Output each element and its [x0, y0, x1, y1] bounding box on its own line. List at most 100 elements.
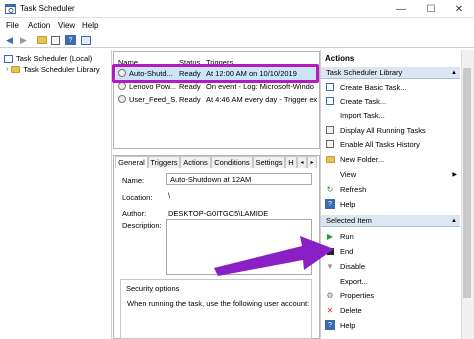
- properties-icon: ⚙: [326, 290, 334, 300]
- author-value: DESKTOP-G0ITGC5\LAMIDE: [168, 209, 269, 218]
- action-help[interactable]: ? Help: [325, 198, 355, 210]
- tab-scroll-left-icon[interactable]: ◂: [297, 156, 307, 168]
- security-options-text: When running the task, use the following…: [127, 299, 310, 308]
- menu-view[interactable]: View: [58, 21, 75, 30]
- section-header-selected[interactable]: Selected Item ▲: [321, 215, 460, 227]
- forward-icon[interactable]: ▶: [18, 35, 29, 45]
- refresh-icon: ↻: [326, 184, 334, 194]
- actions-title: Actions: [325, 54, 355, 63]
- location-label: Location:: [122, 193, 153, 202]
- tab-history[interactable]: H: [285, 156, 297, 168]
- action-label: Create Task...: [340, 96, 387, 106]
- task-icon: [118, 95, 126, 103]
- collapse-up-icon: ▲: [451, 69, 457, 76]
- task-scheduler-icon: [5, 4, 16, 14]
- minimize-button[interactable]: —: [386, 0, 416, 18]
- location-value: \: [168, 191, 171, 200]
- chevron-right-icon: ›: [6, 66, 9, 73]
- action-properties[interactable]: ⚙ Properties: [325, 289, 374, 301]
- action-label: End: [340, 246, 354, 256]
- action-import-task[interactable]: Import Task...: [325, 109, 385, 121]
- close-button[interactable]: ✕: [444, 0, 474, 18]
- author-label: Author:: [122, 209, 147, 218]
- menu-file[interactable]: File: [6, 21, 19, 30]
- action-enable-history[interactable]: Enable All Tasks History: [325, 138, 420, 150]
- menu-action[interactable]: Action: [28, 21, 50, 30]
- highlight-box: [112, 64, 319, 83]
- task-status: Ready: [179, 82, 201, 91]
- name-field[interactable]: Auto-Shutdown at 12AM: [166, 173, 312, 185]
- properties-icon[interactable]: [50, 35, 61, 45]
- history-icon: [325, 139, 335, 149]
- action-label: Export...: [340, 276, 368, 286]
- tab-settings[interactable]: Settings: [253, 156, 285, 168]
- help-icon: ?: [325, 320, 335, 330]
- action-delete[interactable]: ✕ Delete: [325, 304, 362, 316]
- action-label: Create Basic Task...: [340, 82, 407, 92]
- panel-icon[interactable]: [80, 35, 91, 45]
- action-create-task[interactable]: Create Task...: [325, 95, 386, 107]
- delete-icon: ✕: [326, 305, 334, 315]
- action-help-selected[interactable]: ? Help: [325, 319, 355, 331]
- action-label: Disable: [340, 261, 366, 271]
- task-icon: [118, 82, 126, 90]
- tree-item-label: Task Scheduler Library: [23, 65, 100, 74]
- navigation-tree: [0, 50, 112, 339]
- action-label: Import Task...: [340, 110, 385, 120]
- action-label: Delete: [340, 305, 362, 315]
- action-label: New Folder...: [340, 154, 385, 164]
- help-icon: ?: [325, 199, 335, 209]
- list-icon: [325, 125, 335, 135]
- tab-triggers[interactable]: Triggers: [148, 156, 180, 168]
- action-label: Enable All Tasks History: [340, 139, 420, 149]
- folder-icon[interactable]: [36, 35, 47, 45]
- task-icon: [325, 96, 335, 106]
- action-label: Help: [340, 199, 356, 209]
- action-label: View: [340, 169, 357, 179]
- export-icon: [325, 276, 335, 286]
- action-refresh[interactable]: ↻ Refresh: [325, 183, 367, 195]
- task-name: User_Feed_S...: [129, 95, 177, 104]
- security-options-title: Security options: [125, 284, 181, 293]
- action-label: Refresh: [340, 184, 367, 194]
- tab-actions[interactable]: Actions: [180, 156, 211, 168]
- action-label: Properties: [340, 290, 375, 300]
- view-icon: [325, 169, 335, 179]
- task-wand-icon: [325, 82, 335, 92]
- scrollbar-thumb[interactable]: [463, 68, 471, 298]
- action-label: Run: [340, 231, 354, 241]
- folder-icon: [325, 154, 335, 164]
- section-header-library[interactable]: Task Scheduler Library ▲: [321, 67, 460, 79]
- action-new-folder[interactable]: New Folder...: [325, 153, 384, 165]
- section-header-label: Selected Item: [326, 216, 372, 225]
- task-name: Lenovo Pow...: [129, 82, 177, 91]
- action-label: Display All Running Tasks: [340, 125, 426, 135]
- action-view[interactable]: View ▶: [325, 168, 457, 180]
- task-triggers: On event - Log: Microsoft-Windo: [206, 82, 314, 91]
- back-icon[interactable]: ◀: [4, 35, 15, 45]
- help-icon[interactable]: ?: [65, 35, 76, 45]
- tab-general[interactable]: General: [115, 156, 148, 168]
- task-status: Ready: [179, 95, 201, 104]
- task-triggers: At 4:46 AM every day - Trigger exp: [206, 95, 317, 104]
- import-icon: [325, 110, 335, 120]
- maximize-button[interactable]: ☐: [416, 0, 446, 18]
- name-label: Name:: [122, 176, 145, 185]
- tab-conditions[interactable]: Conditions: [211, 156, 253, 168]
- submenu-arrow-icon: ▶: [452, 171, 457, 178]
- tree-item-library[interactable]: › Task Scheduler Library: [6, 64, 100, 75]
- window-title: Task Scheduler: [20, 4, 75, 13]
- tree-item-local[interactable]: Task Scheduler (Local): [4, 53, 92, 64]
- action-label: Help: [340, 320, 356, 330]
- description-label: Description:: [122, 221, 162, 230]
- menu-help[interactable]: Help: [82, 21, 98, 30]
- tree-item-label: Task Scheduler (Local): [16, 54, 93, 63]
- clock-icon: [4, 54, 13, 63]
- collapse-up-icon: ▲: [451, 217, 457, 224]
- annotation-arrow-icon: [214, 236, 334, 276]
- tab-scroll-right-icon[interactable]: ▸: [307, 156, 317, 168]
- action-create-basic-task[interactable]: Create Basic Task...: [325, 81, 407, 93]
- folder-icon: [11, 66, 21, 73]
- section-header-label: Task Scheduler Library: [326, 68, 403, 77]
- action-display-running[interactable]: Display All Running Tasks: [325, 124, 426, 136]
